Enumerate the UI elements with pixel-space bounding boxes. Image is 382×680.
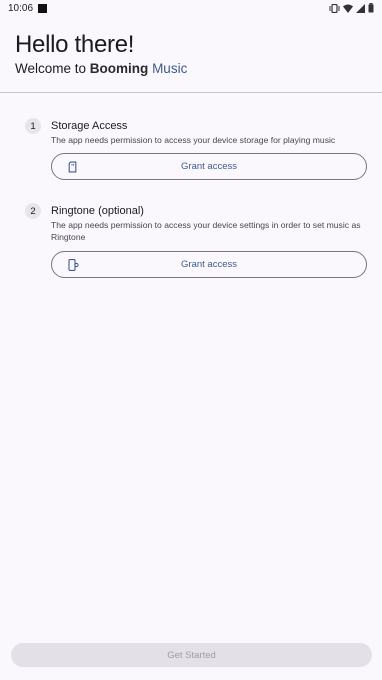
wifi-icon <box>343 4 353 13</box>
status-left: 10:06 <box>8 2 48 14</box>
sd-card-icon <box>68 161 77 172</box>
status-icons <box>329 3 374 13</box>
welcome-subtitle: Welcome to Booming Music <box>15 61 187 76</box>
page-title: Hello there! <box>15 31 135 58</box>
notification-square-icon <box>38 3 48 13</box>
step-title-storage: Storage Access <box>51 120 128 132</box>
get-started-button[interactable]: Get Started <box>11 643 372 667</box>
step-description-storage: The app needs permission to access your … <box>51 135 336 145</box>
status-time: 10:06 <box>8 2 34 14</box>
battery-icon <box>368 3 374 13</box>
grant-storage-access-button[interactable]: Grant access <box>51 153 367 180</box>
grant-access-label: Grant access <box>181 161 237 172</box>
grant-access-label: Grant access <box>181 259 237 270</box>
step-number-1: 1 <box>25 118 41 134</box>
step-title-ringtone: Ringtone (optional) <box>51 205 144 217</box>
onboarding-screen: 10:06 Hello there! Welcome to Booming Mu… <box>0 0 382 680</box>
vibrate-icon <box>329 3 340 13</box>
signal-icon <box>356 3 365 13</box>
phone-settings-icon <box>68 258 79 271</box>
welcome-prefix: Welcome to <box>15 61 87 76</box>
brand-name-bold: Booming <box>89 61 149 76</box>
step-number-2: 2 <box>25 203 41 219</box>
step-description-ringtone: The app needs permission to access your … <box>51 220 361 242</box>
brand-name-accent: Music <box>152 61 188 76</box>
header-divider <box>0 92 382 93</box>
grant-ringtone-access-button[interactable]: Grant access <box>51 251 367 278</box>
status-bar: 10:06 <box>0 0 382 16</box>
